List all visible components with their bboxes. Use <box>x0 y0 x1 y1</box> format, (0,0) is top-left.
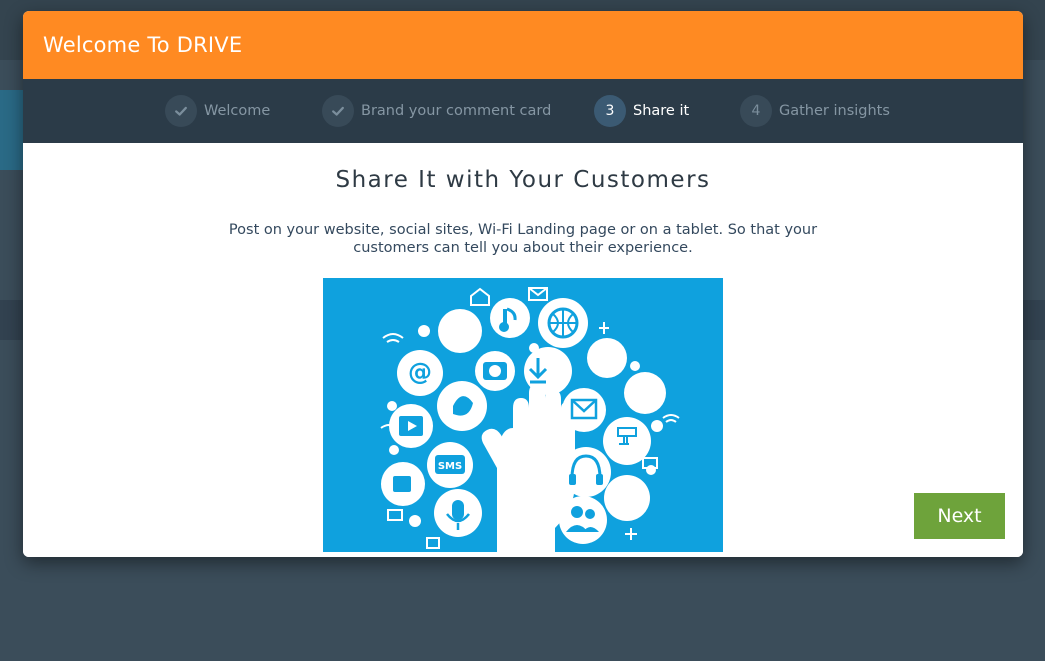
step-welcome[interactable]: Welcome <box>165 95 270 127</box>
description-text: Post on your website, social sites, Wi-F… <box>228 222 818 256</box>
next-button[interactable]: Next <box>914 493 1005 539</box>
modal-content: Share It with Your Customers Post on you… <box>23 143 1023 557</box>
step-number: 3 <box>594 95 626 127</box>
onboarding-stepper: Welcome Brand your comment card 3 Share … <box>23 79 1023 143</box>
step-label: Share it <box>633 103 690 119</box>
share-cloud-icon: @ SMS <box>380 287 680 552</box>
svg-text:@: @ <box>408 358 432 386</box>
page-title: Share It with Your Customers <box>335 167 711 193</box>
step-label: Gather insights <box>779 103 890 119</box>
sms-label: SMS <box>438 461 462 472</box>
check-icon <box>165 95 197 127</box>
modal-title: Welcome To DRIVE <box>43 33 243 57</box>
social-sharing-illustration: @ SMS <box>323 278 723 552</box>
backdrop-accent <box>0 90 23 170</box>
step-insights[interactable]: 4 Gather insights <box>740 95 890 127</box>
step-label: Brand your comment card <box>361 103 552 119</box>
step-label: Welcome <box>204 103 271 119</box>
welcome-modal: Welcome To DRIVE Welcome Brand your comm… <box>23 11 1023 557</box>
step-brand[interactable]: Brand your comment card <box>322 95 551 127</box>
step-number: 4 <box>740 95 772 127</box>
modal-header: Welcome To DRIVE <box>23 11 1023 79</box>
step-share[interactable]: 3 Share it <box>594 95 689 127</box>
check-icon <box>322 95 354 127</box>
